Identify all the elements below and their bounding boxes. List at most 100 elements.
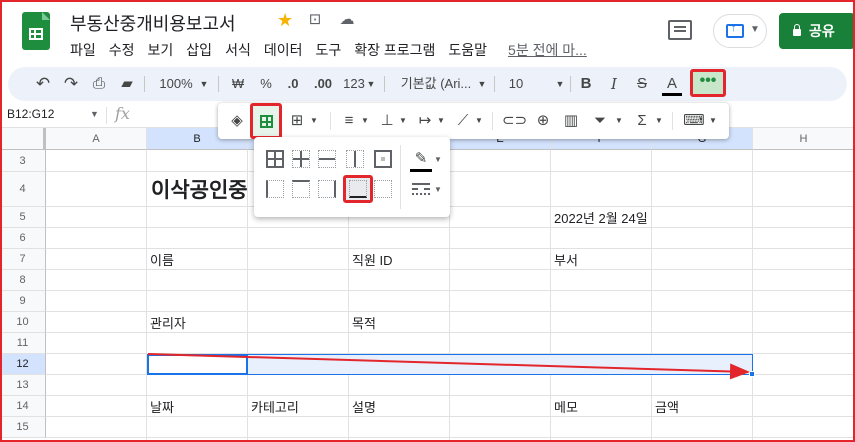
text-wrapping-icon[interactable]: ↦ (414, 103, 436, 139)
cell-f7[interactable]: 부서 (551, 250, 578, 269)
row-header-selected[interactable]: 12 (0, 354, 46, 375)
cell-f14[interactable]: 메모 (551, 397, 578, 416)
outer-borders-icon[interactable] (374, 150, 392, 168)
row-header[interactable]: 8 (0, 270, 46, 291)
fill-color-icon[interactable]: ◈ (226, 103, 248, 139)
text-color-button[interactable]: A (662, 67, 682, 101)
menu-file[interactable]: 파일 (70, 40, 96, 60)
cell-b7[interactable]: 이름 (147, 250, 174, 269)
menu-data[interactable]: 데이터 (264, 40, 303, 60)
row-header[interactable]: 3 (0, 150, 46, 172)
active-cell[interactable] (147, 354, 248, 375)
input-tools-icon[interactable]: ⌨ (682, 103, 706, 139)
cell-d14[interactable]: 설명 (349, 397, 376, 416)
bold-button[interactable]: B (578, 67, 594, 101)
number-format-chevron-icon[interactable]: ▼ (366, 67, 376, 101)
row-header[interactable]: 11 (0, 333, 46, 354)
all-borders-icon[interactable] (266, 150, 284, 168)
row-header[interactable]: 5 (0, 207, 46, 228)
border-color-button[interactable]: ✎ (410, 149, 432, 172)
row-header[interactable]: 7 (0, 249, 46, 270)
decrease-decimal-button[interactable]: .0 (282, 67, 304, 101)
clear-borders-icon[interactable] (374, 180, 392, 198)
horizontal-align-icon[interactable]: ≡ (338, 103, 360, 139)
menu-help[interactable]: 도움말 (448, 40, 487, 60)
wrap-chevron-icon[interactable]: ▼ (436, 103, 446, 139)
name-box-chevron-icon[interactable]: ▼ (90, 109, 99, 119)
halign-chevron-icon[interactable]: ▼ (360, 103, 370, 139)
cell-f5[interactable]: 2022년 2월 24일 (551, 208, 648, 227)
increase-decimal-button[interactable]: .00 (310, 67, 336, 101)
insert-chart-icon[interactable]: ▥ (560, 103, 582, 139)
merge-chevron-icon[interactable]: ▼ (308, 103, 320, 139)
row-header[interactable]: 13 (0, 375, 46, 396)
insert-comment-icon[interactable]: ⊕ (532, 103, 554, 139)
font-size-select[interactable]: 10 (504, 67, 528, 101)
column-header-h[interactable]: H (753, 128, 855, 150)
font-family-select[interactable]: 기본값 (Ari... (396, 67, 476, 101)
cell-d7[interactable]: 직원 ID (349, 250, 393, 269)
border-color-chevron-icon[interactable]: ▼ (434, 155, 442, 164)
cell-d10[interactable]: 목적 (349, 313, 376, 332)
number-format-select[interactable]: 123 (340, 67, 368, 101)
row-header[interactable]: 10 (0, 312, 46, 333)
star-icon[interactable]: ★ (277, 10, 293, 31)
menu-format[interactable]: 서식 (225, 40, 251, 60)
font-chevron-icon[interactable]: ▼ (476, 67, 488, 101)
vertical-align-icon[interactable]: ⊥ (376, 103, 398, 139)
rotation-chevron-icon[interactable]: ▼ (474, 103, 484, 139)
undo-icon[interactable]: ↶ (32, 67, 54, 101)
borders-button[interactable] (250, 103, 282, 139)
zoom-chevron-icon[interactable]: ▼ (198, 67, 210, 101)
row-header[interactable]: 4 (0, 172, 46, 207)
functions-chevron-icon[interactable]: ▼ (654, 103, 664, 139)
italic-button[interactable]: I (606, 67, 622, 101)
input-tools-chevron-icon[interactable]: ▼ (708, 103, 718, 139)
right-border-icon[interactable] (318, 180, 336, 198)
sheets-logo-icon[interactable] (22, 12, 50, 50)
filter-icon[interactable]: ⏷ (590, 103, 610, 139)
border-style-chevron-icon[interactable]: ▼ (434, 185, 442, 194)
move-folder-icon[interactable]: ⊡ (306, 11, 324, 29)
currency-format-button[interactable]: ₩ (228, 67, 248, 101)
cell-b10[interactable]: 관리자 (147, 313, 186, 332)
text-rotation-icon[interactable]: ⟋ (452, 103, 474, 139)
vertical-borders-icon[interactable] (346, 150, 364, 168)
menu-extensions[interactable]: 확장 프로그램 (354, 40, 435, 60)
horizontal-borders-icon[interactable] (318, 150, 336, 168)
left-border-icon[interactable] (266, 180, 284, 198)
comment-history-icon[interactable] (668, 20, 692, 40)
valign-chevron-icon[interactable]: ▼ (398, 103, 408, 139)
share-button[interactable]: 공유 (779, 13, 855, 49)
fill-handle[interactable] (749, 371, 755, 377)
menu-tools[interactable]: 도구 (315, 40, 341, 60)
top-border-icon[interactable] (292, 180, 310, 198)
strikethrough-button[interactable]: S (634, 67, 650, 101)
row-header[interactable]: 6 (0, 228, 46, 249)
menu-view[interactable]: 보기 (148, 40, 174, 60)
paint-format-icon[interactable]: ▰ (116, 67, 138, 101)
row-header[interactable]: 15 (0, 417, 46, 438)
name-box[interactable]: B12:G12 (7, 107, 54, 121)
print-icon[interactable]: ⎙ (88, 67, 110, 101)
last-edit-link[interactable]: 5분 전에 마... (508, 40, 587, 60)
redo-icon[interactable]: ↷ (60, 67, 82, 101)
filter-chevron-icon[interactable]: ▼ (614, 103, 624, 139)
select-all-corner[interactable] (0, 128, 46, 150)
cloud-status-icon[interactable]: ☁ (338, 11, 356, 29)
cell-c14[interactable]: 카테고리 (248, 397, 299, 416)
font-size-chevron-icon[interactable]: ▼ (554, 67, 566, 101)
zoom-select[interactable]: 100% (156, 67, 196, 101)
menu-insert[interactable]: 삽입 (186, 40, 212, 60)
cell-b14[interactable]: 날짜 (147, 397, 174, 416)
inner-borders-icon[interactable] (292, 150, 310, 168)
bottom-border-button[interactable] (343, 175, 373, 203)
column-header-a[interactable]: A (46, 128, 147, 150)
more-options-button[interactable]: ••• (690, 69, 726, 97)
document-title[interactable]: 부동산중개비용보고서 (70, 10, 236, 36)
row-header[interactable]: 9 (0, 291, 46, 312)
row-header[interactable]: 14 (0, 396, 46, 417)
border-style-button[interactable] (412, 183, 430, 195)
cell-b4[interactable]: 이삭공인중 (148, 174, 248, 204)
merge-cells-icon[interactable]: ⊞ (286, 103, 308, 139)
